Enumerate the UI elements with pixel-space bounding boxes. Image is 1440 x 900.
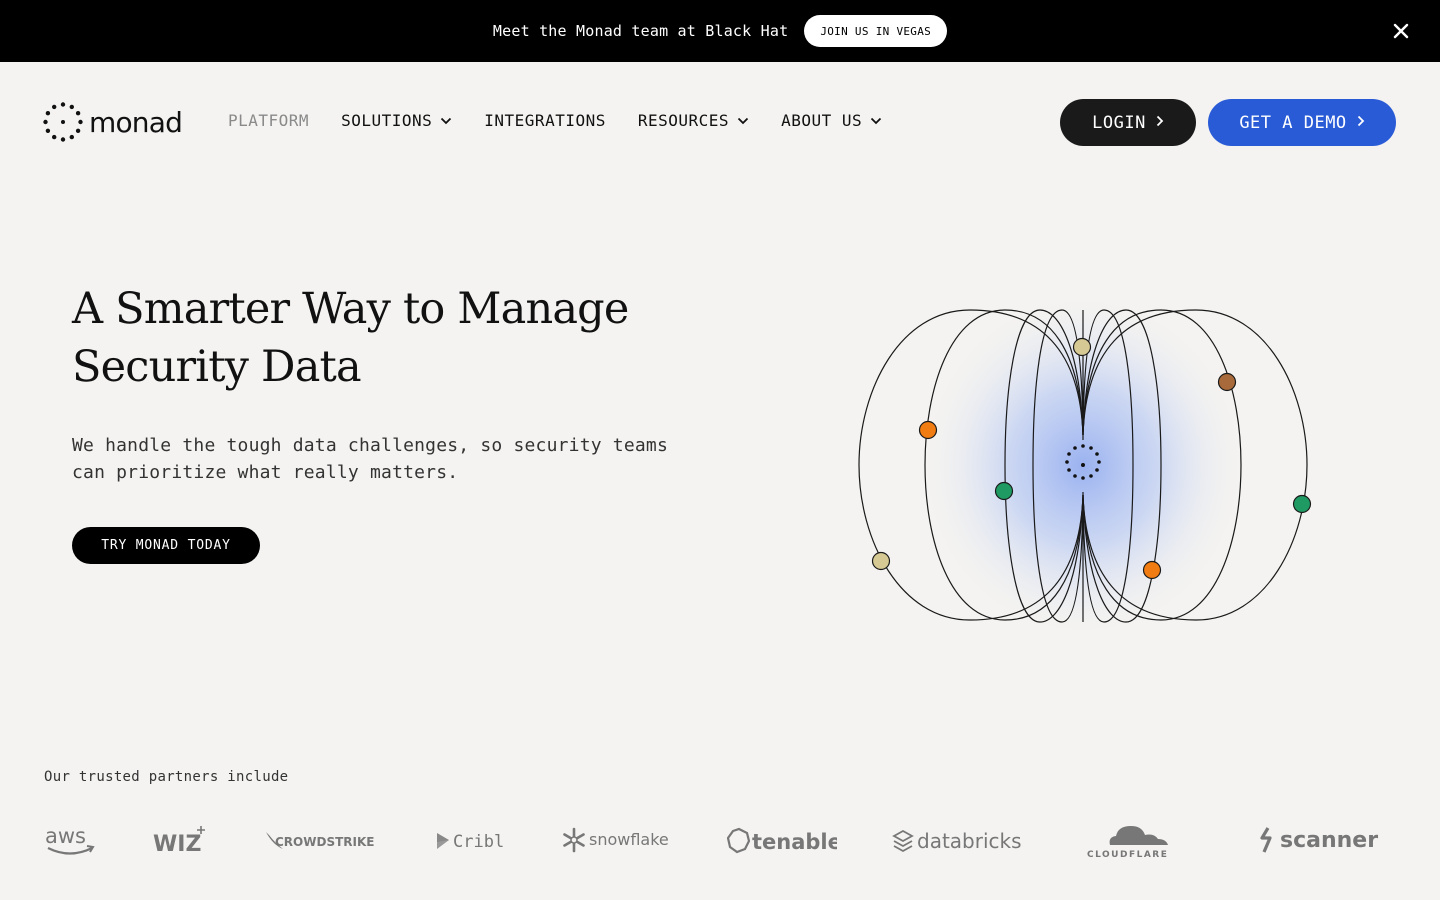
partner-name: Cribl — [453, 832, 504, 852]
brand-logo[interactable]: monad — [43, 102, 183, 142]
brand-name: monad — [89, 105, 183, 139]
partner-name: snowflake — [589, 830, 669, 849]
nav-item-label: SOLUTIONS — [341, 111, 433, 130]
crowdstrike-logo: CROWDSTRIKE — [265, 829, 380, 855]
nav-item-solutions[interactable]: SOLUTIONS — [341, 111, 452, 130]
node-beige — [1072, 337, 1092, 357]
get-demo-button-label: GET A DEMO — [1239, 112, 1347, 133]
snowflake-logo: snowflake — [562, 827, 672, 855]
chevron-down-icon — [737, 117, 749, 124]
node-green — [994, 481, 1014, 501]
cloudflare-logo: CLOUDFLARE — [1086, 823, 1186, 861]
nav-item-label: ABOUT US — [781, 111, 863, 130]
hero-title-line1: A Smarter Way to Manage — [72, 284, 629, 334]
close-icon[interactable] — [1390, 20, 1412, 42]
partner-name: CROWDSTRIKE — [275, 835, 374, 849]
node-brown — [1217, 372, 1237, 392]
chevron-down-icon — [441, 117, 452, 124]
partner-name: WIZ — [153, 832, 201, 855]
partner-name: CLOUDFLARE — [1087, 850, 1168, 860]
nav-item-label: RESOURCES — [637, 111, 730, 130]
cribl-logo: Cribl — [436, 828, 506, 854]
node-orange — [918, 420, 938, 440]
monad-logo-icon — [43, 102, 83, 142]
chevron-down-icon — [870, 117, 882, 124]
aws-logo: aws — [44, 823, 96, 857]
partner-name: tenable — [752, 830, 837, 854]
join-us-button[interactable]: JOIN US IN VEGAS — [804, 15, 948, 47]
data-field-illustration — [858, 291, 1312, 641]
databricks-logo: databricks — [892, 827, 1032, 857]
login-button-label: LOGIN — [1092, 112, 1146, 133]
announcement-bar: Meet the Monad team at Black Hat JOIN US… — [0, 0, 1440, 62]
nav-item-resources[interactable]: RESOURCES — [638, 111, 749, 130]
hero-subtitle-line1: We handle the tough data challenges, so … — [72, 435, 668, 456]
nav-item-label: INTEGRATIONS — [484, 111, 606, 130]
hero-title: A Smarter Way to Manage Security Data — [72, 280, 712, 396]
partner-name: databricks — [917, 829, 1022, 853]
hero-subtitle-line2: can prioritize what really matters. — [72, 462, 459, 483]
chevron-right-icon — [1357, 115, 1364, 126]
nav-item-about-us[interactable]: ABOUT US — [781, 111, 882, 130]
main-nav: monad PLATFORM SOLUTIONS INTEGRATIONS RE… — [0, 62, 1440, 182]
node-beige — [871, 551, 891, 571]
get-demo-button[interactable]: GET A DEMO — [1208, 99, 1396, 146]
nav-item-platform[interactable]: PLATFORM — [228, 111, 309, 130]
wiz-logo: WIZ — [153, 825, 208, 855]
node-green — [1292, 494, 1312, 514]
nav-links: PLATFORM SOLUTIONS INTEGRATIONS RESOURCE… — [228, 111, 914, 130]
login-button[interactable]: LOGIN — [1060, 99, 1196, 146]
announcement-text: Meet the Monad team at Black Hat — [492, 22, 789, 40]
hero-title-line2: Security Data — [72, 342, 362, 392]
nav-item-integrations[interactable]: INTEGRATIONS — [484, 111, 606, 130]
tenable-logo: tenable — [727, 827, 837, 857]
partner-logos: aws WIZ CROWDSTRIKE Cribl snowflake tena… — [0, 815, 1440, 865]
partner-name: scanner — [1280, 828, 1378, 853]
partners-label: Our trusted partners include — [44, 769, 289, 785]
node-orange — [1142, 560, 1162, 580]
hero-subtitle: We handle the tough data challenges, so … — [72, 432, 732, 486]
scanner-logo: scanner — [1258, 825, 1388, 857]
nav-item-label: PLATFORM — [228, 111, 310, 130]
partner-name: aws — [45, 824, 86, 848]
try-monad-button[interactable]: TRY MONAD TODAY — [72, 527, 260, 564]
chevron-right-icon — [1156, 115, 1164, 126]
